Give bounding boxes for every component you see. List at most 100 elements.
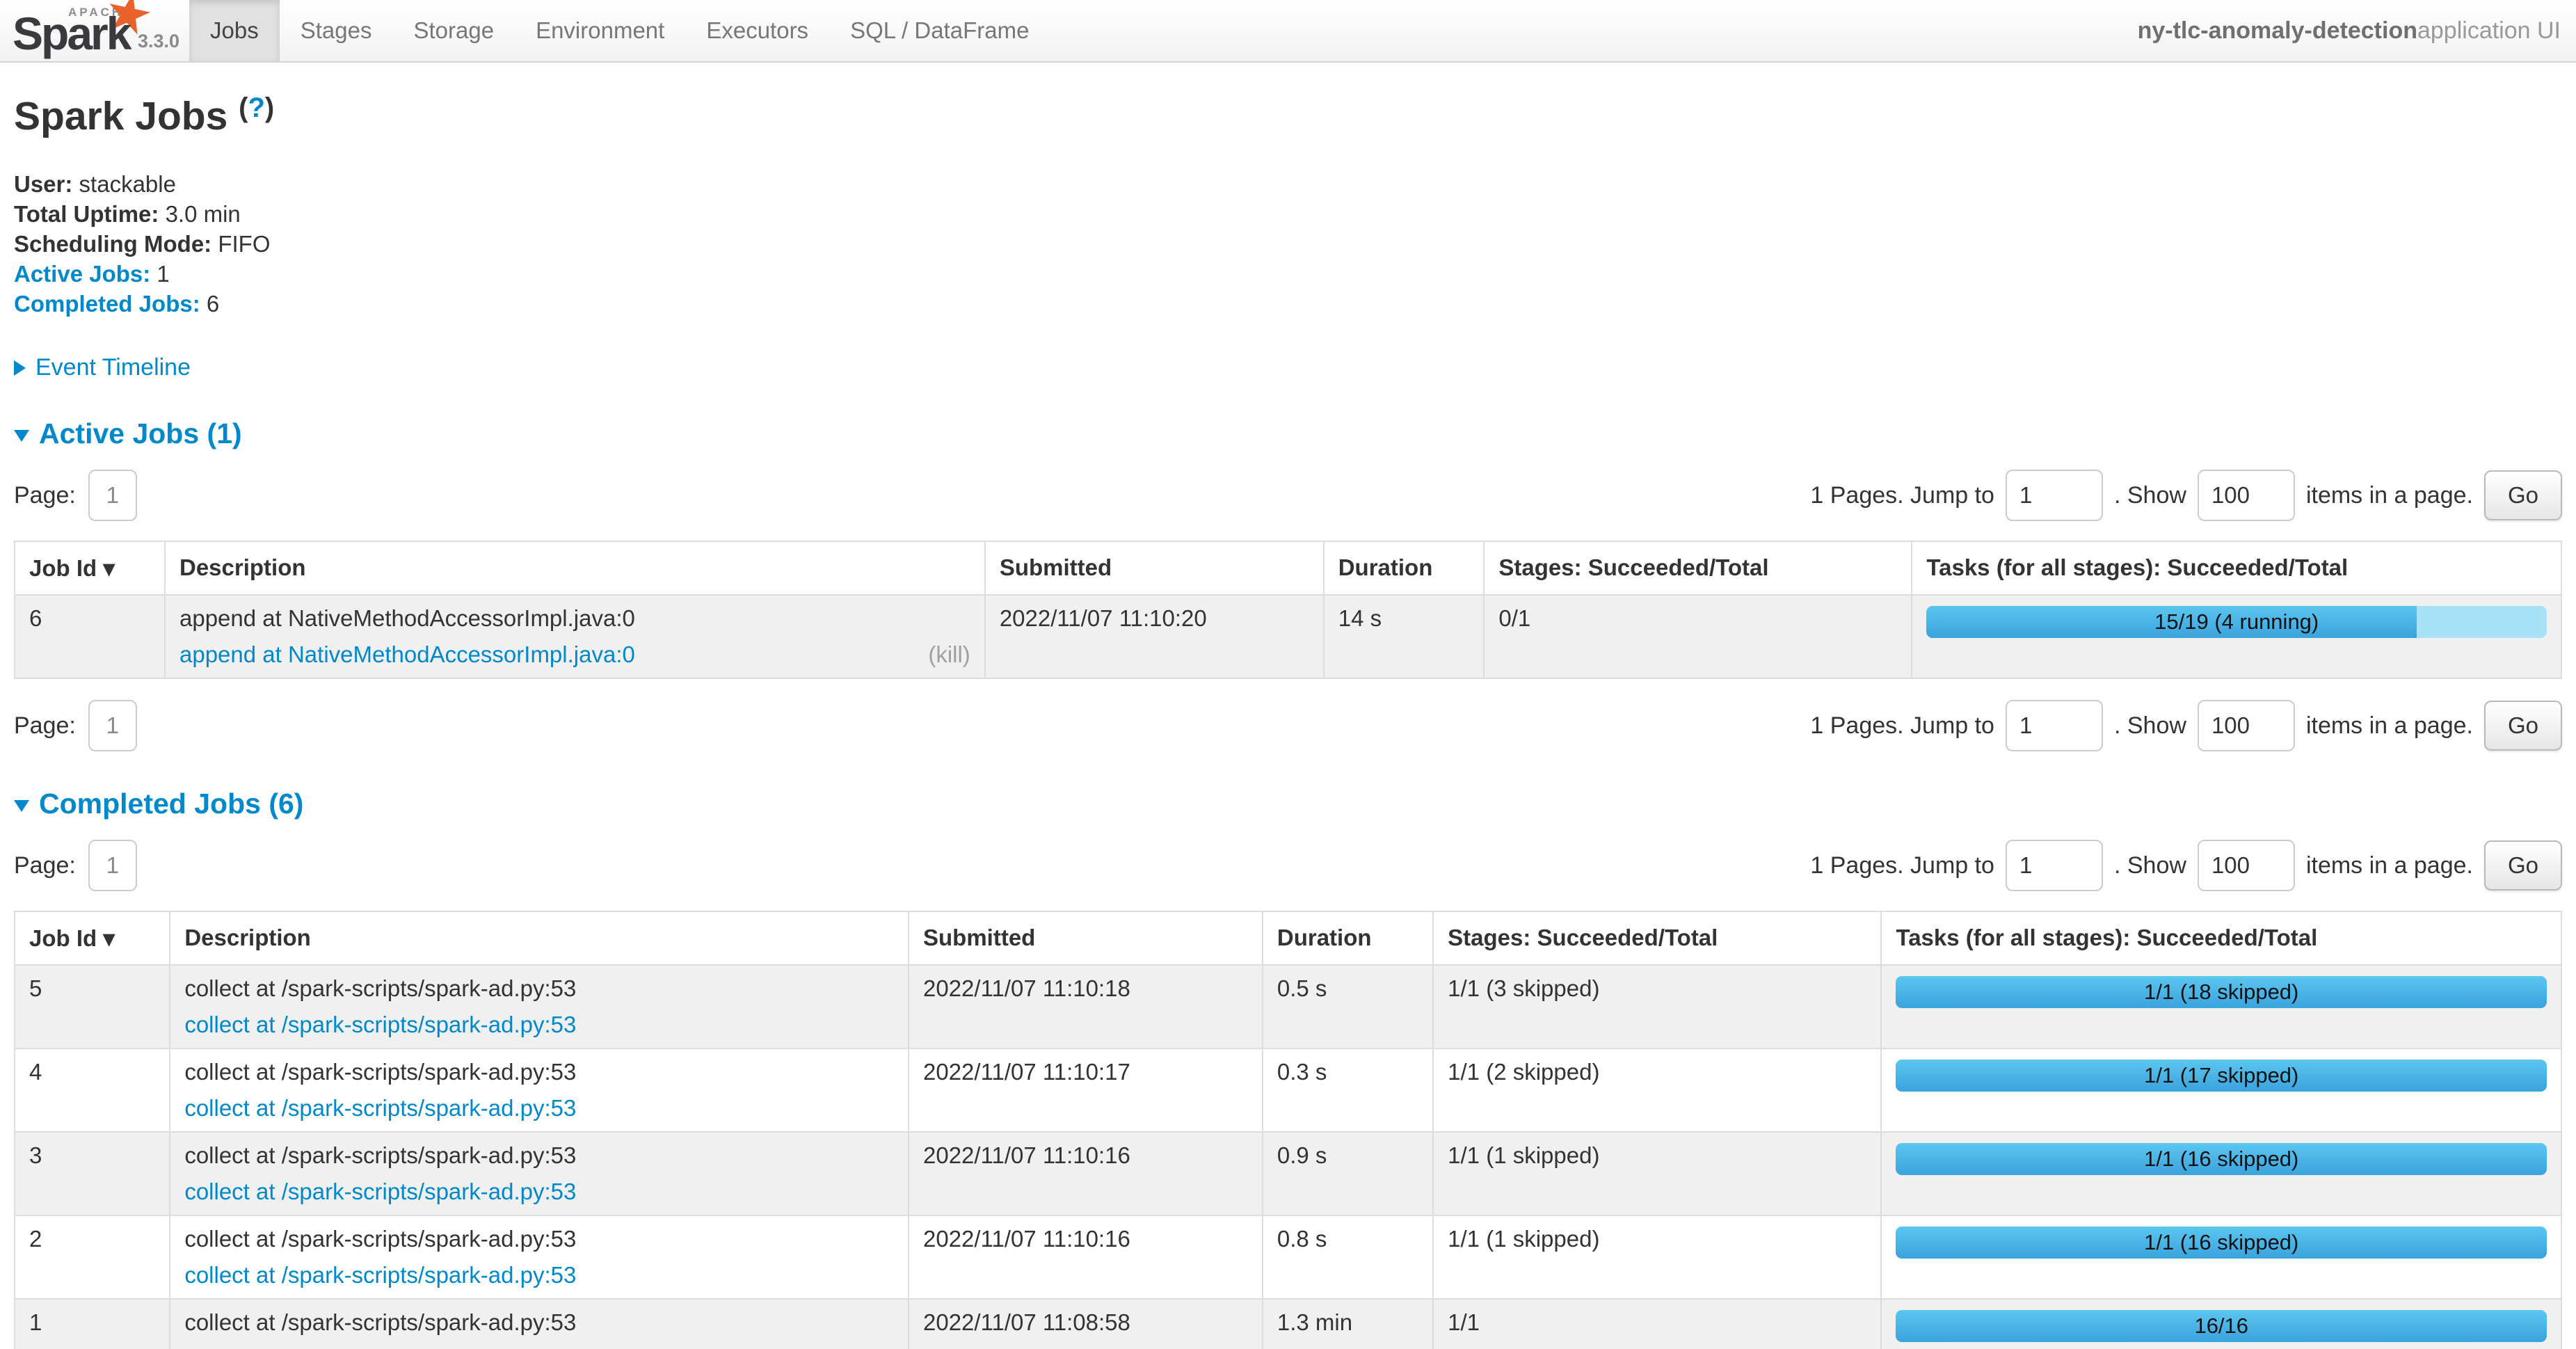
job-summary-list: User: stackable Total Uptime: 3.0 min Sc…	[14, 170, 2562, 318]
description-cell: collect at /spark-scripts/spark-ad.py:53…	[170, 965, 909, 1048]
column-stages[interactable]: Stages: Succeeded/Total	[1433, 911, 1881, 965]
kill-link[interactable]: (kill)	[928, 641, 970, 669]
job-description-link[interactable]: collect at /spark-scripts/spark-ad.py:53	[184, 1345, 576, 1349]
column-tasks[interactable]: Tasks (for all stages): Succeeded/Total	[1912, 541, 2561, 595]
application-name: ny-tlc-anomaly-detection	[2138, 17, 2417, 45]
tasks-progress-bar: 15/19 (4 running)	[1926, 606, 2547, 638]
column-duration[interactable]: Duration	[1263, 911, 1433, 965]
stages-cell: 1/1 (1 skipped)	[1433, 1215, 1881, 1299]
jump-to-page-input[interactable]	[2006, 840, 2103, 891]
column-duration[interactable]: Duration	[1324, 541, 1485, 595]
duration-cell: 0.9 s	[1263, 1132, 1433, 1215]
column-submitted[interactable]: Submitted	[985, 541, 1324, 595]
page-label: Page:	[14, 852, 76, 879]
nav-tabs: Jobs Stages Storage Environment Executor…	[189, 0, 1050, 61]
completed-table-header-row: Job Id ▾ Description Submitted Duration …	[15, 911, 2561, 965]
progress-label: 15/19 (4 running)	[1926, 606, 2547, 638]
pages-jump-text: 1 Pages. Jump to	[1810, 482, 1994, 509]
tab-stages[interactable]: Stages	[280, 0, 393, 61]
column-job-id[interactable]: Job Id ▾	[15, 911, 170, 965]
progress-label: 1/1 (16 skipped)	[1896, 1227, 2547, 1259]
table-row: 2 collect at /spark-scripts/spark-ad.py:…	[15, 1215, 2561, 1299]
duration-cell: 0.3 s	[1263, 1048, 1433, 1132]
table-row: 5 collect at /spark-scripts/spark-ad.py:…	[15, 965, 2561, 1048]
job-id-cell: 2	[15, 1215, 170, 1299]
column-description[interactable]: Description	[165, 541, 985, 595]
page-title: Spark Jobs (?)	[14, 93, 2562, 139]
completed-jobs-link[interactable]: Completed Jobs:	[14, 291, 200, 317]
expanded-arrow-icon	[14, 800, 29, 812]
application-ui-suffix: application UI	[2417, 17, 2561, 45]
completed-jobs-pagination-top: Page: 1 Pages. Jump to . Show items in a…	[14, 840, 2562, 891]
event-timeline-toggle[interactable]: Event Timeline	[14, 354, 2562, 381]
tab-jobs[interactable]: Jobs	[189, 0, 280, 61]
page-label: Page:	[14, 712, 76, 740]
job-description-link[interactable]: collect at /spark-scripts/spark-ad.py:53	[184, 1261, 576, 1289]
job-description-link[interactable]: collect at /spark-scripts/spark-ad.py:53	[184, 1178, 576, 1206]
summary-completed-jobs: Completed Jobs: 6	[14, 289, 2562, 318]
description-cell: append at NativeMethodAccessorImpl.java:…	[165, 595, 985, 678]
job-description-link[interactable]: append at NativeMethodAccessorImpl.java:…	[179, 641, 635, 669]
submitted-cell: 2022/11/07 11:10:17	[909, 1048, 1263, 1132]
column-description[interactable]: Description	[170, 911, 909, 965]
page-label: Page:	[14, 482, 76, 509]
column-submitted[interactable]: Submitted	[909, 911, 1263, 965]
tasks-cell: 1/1 (16 skipped)	[1881, 1132, 2561, 1215]
items-per-page-input[interactable]	[2198, 700, 2295, 751]
show-text: . Show	[2114, 852, 2186, 879]
summary-active-jobs: Active Jobs: 1	[14, 260, 2562, 288]
description-cell: collect at /spark-scripts/spark-ad.py:53…	[170, 1048, 909, 1132]
stages-cell: 0/1	[1484, 595, 1912, 678]
question-mark-icon: ?	[248, 93, 264, 123]
page-number-input[interactable]	[88, 470, 137, 521]
spark-logo: APACHE ★ Spark 3.3.0	[0, 0, 189, 61]
tasks-progress-bar: 1/1 (16 skipped)	[1896, 1143, 2547, 1175]
pages-jump-text: 1 Pages. Jump to	[1810, 852, 1994, 879]
jump-to-page-input[interactable]	[2006, 700, 2103, 751]
spark-version: 3.3.0	[138, 31, 179, 52]
progress-label: 1/1 (16 skipped)	[1896, 1143, 2547, 1175]
items-per-page-input[interactable]	[2198, 840, 2295, 891]
column-job-id[interactable]: Job Id ▾	[15, 541, 165, 595]
items-per-page-input[interactable]	[2198, 470, 2295, 521]
stages-cell: 1/1 (2 skipped)	[1433, 1048, 1881, 1132]
active-jobs-link[interactable]: Active Jobs:	[14, 261, 150, 287]
expanded-arrow-icon	[14, 430, 29, 442]
job-description-link[interactable]: collect at /spark-scripts/spark-ad.py:53	[184, 1011, 576, 1039]
job-id-cell: 1	[15, 1299, 170, 1349]
tab-environment[interactable]: Environment	[515, 0, 685, 61]
progress-label: 1/1 (18 skipped)	[1896, 976, 2547, 1008]
job-description-link[interactable]: collect at /spark-scripts/spark-ad.py:53	[184, 1094, 576, 1122]
tab-executors[interactable]: Executors	[685, 0, 829, 61]
active-jobs-pagination-bottom: Page: 1 Pages. Jump to . Show items in a…	[14, 700, 2562, 751]
duration-cell: 0.8 s	[1263, 1215, 1433, 1299]
tasks-progress-bar: 1/1 (18 skipped)	[1896, 976, 2547, 1008]
page-number-input[interactable]	[88, 840, 137, 891]
active-jobs-pagination-top: Page: 1 Pages. Jump to . Show items in a…	[14, 470, 2562, 521]
go-button[interactable]: Go	[2484, 470, 2562, 520]
tasks-cell: 1/1 (18 skipped)	[1881, 965, 2561, 1048]
tasks-cell: 1/1 (17 skipped)	[1881, 1048, 2561, 1132]
description-cell: collect at /spark-scripts/spark-ad.py:53…	[170, 1215, 909, 1299]
tasks-cell: 16/16	[1881, 1299, 2561, 1349]
submitted-cell: 2022/11/07 11:10:20	[985, 595, 1324, 678]
jump-to-page-input[interactable]	[2006, 470, 2103, 521]
tasks-cell: 15/19 (4 running)	[1912, 595, 2561, 678]
go-button[interactable]: Go	[2484, 840, 2562, 891]
tab-sql-dataframe[interactable]: SQL / DataFrame	[829, 0, 1050, 61]
completed-jobs-section-header[interactable]: Completed Jobs (6)	[14, 788, 2562, 820]
column-stages[interactable]: Stages: Succeeded/Total	[1484, 541, 1912, 595]
help-link[interactable]: (?)	[239, 93, 274, 123]
spark-logo-text: Spark	[13, 7, 129, 60]
table-row: 1 collect at /spark-scripts/spark-ad.py:…	[15, 1299, 2561, 1349]
column-tasks[interactable]: Tasks (for all stages): Succeeded/Total	[1881, 911, 2561, 965]
active-jobs-table: Job Id ▾ Description Submitted Duration …	[14, 541, 2562, 679]
page-number-input[interactable]	[88, 700, 137, 751]
submitted-cell: 2022/11/07 11:10:18	[909, 965, 1263, 1048]
application-title: ny-tlc-anomaly-detection application UI	[2138, 0, 2576, 61]
tab-storage[interactable]: Storage	[392, 0, 515, 61]
go-button[interactable]: Go	[2484, 701, 2562, 751]
table-row: 3 collect at /spark-scripts/spark-ad.py:…	[15, 1132, 2561, 1215]
active-jobs-section-header[interactable]: Active Jobs (1)	[14, 417, 2562, 450]
table-row: 6 append at NativeMethodAccessorImpl.jav…	[15, 595, 2561, 678]
